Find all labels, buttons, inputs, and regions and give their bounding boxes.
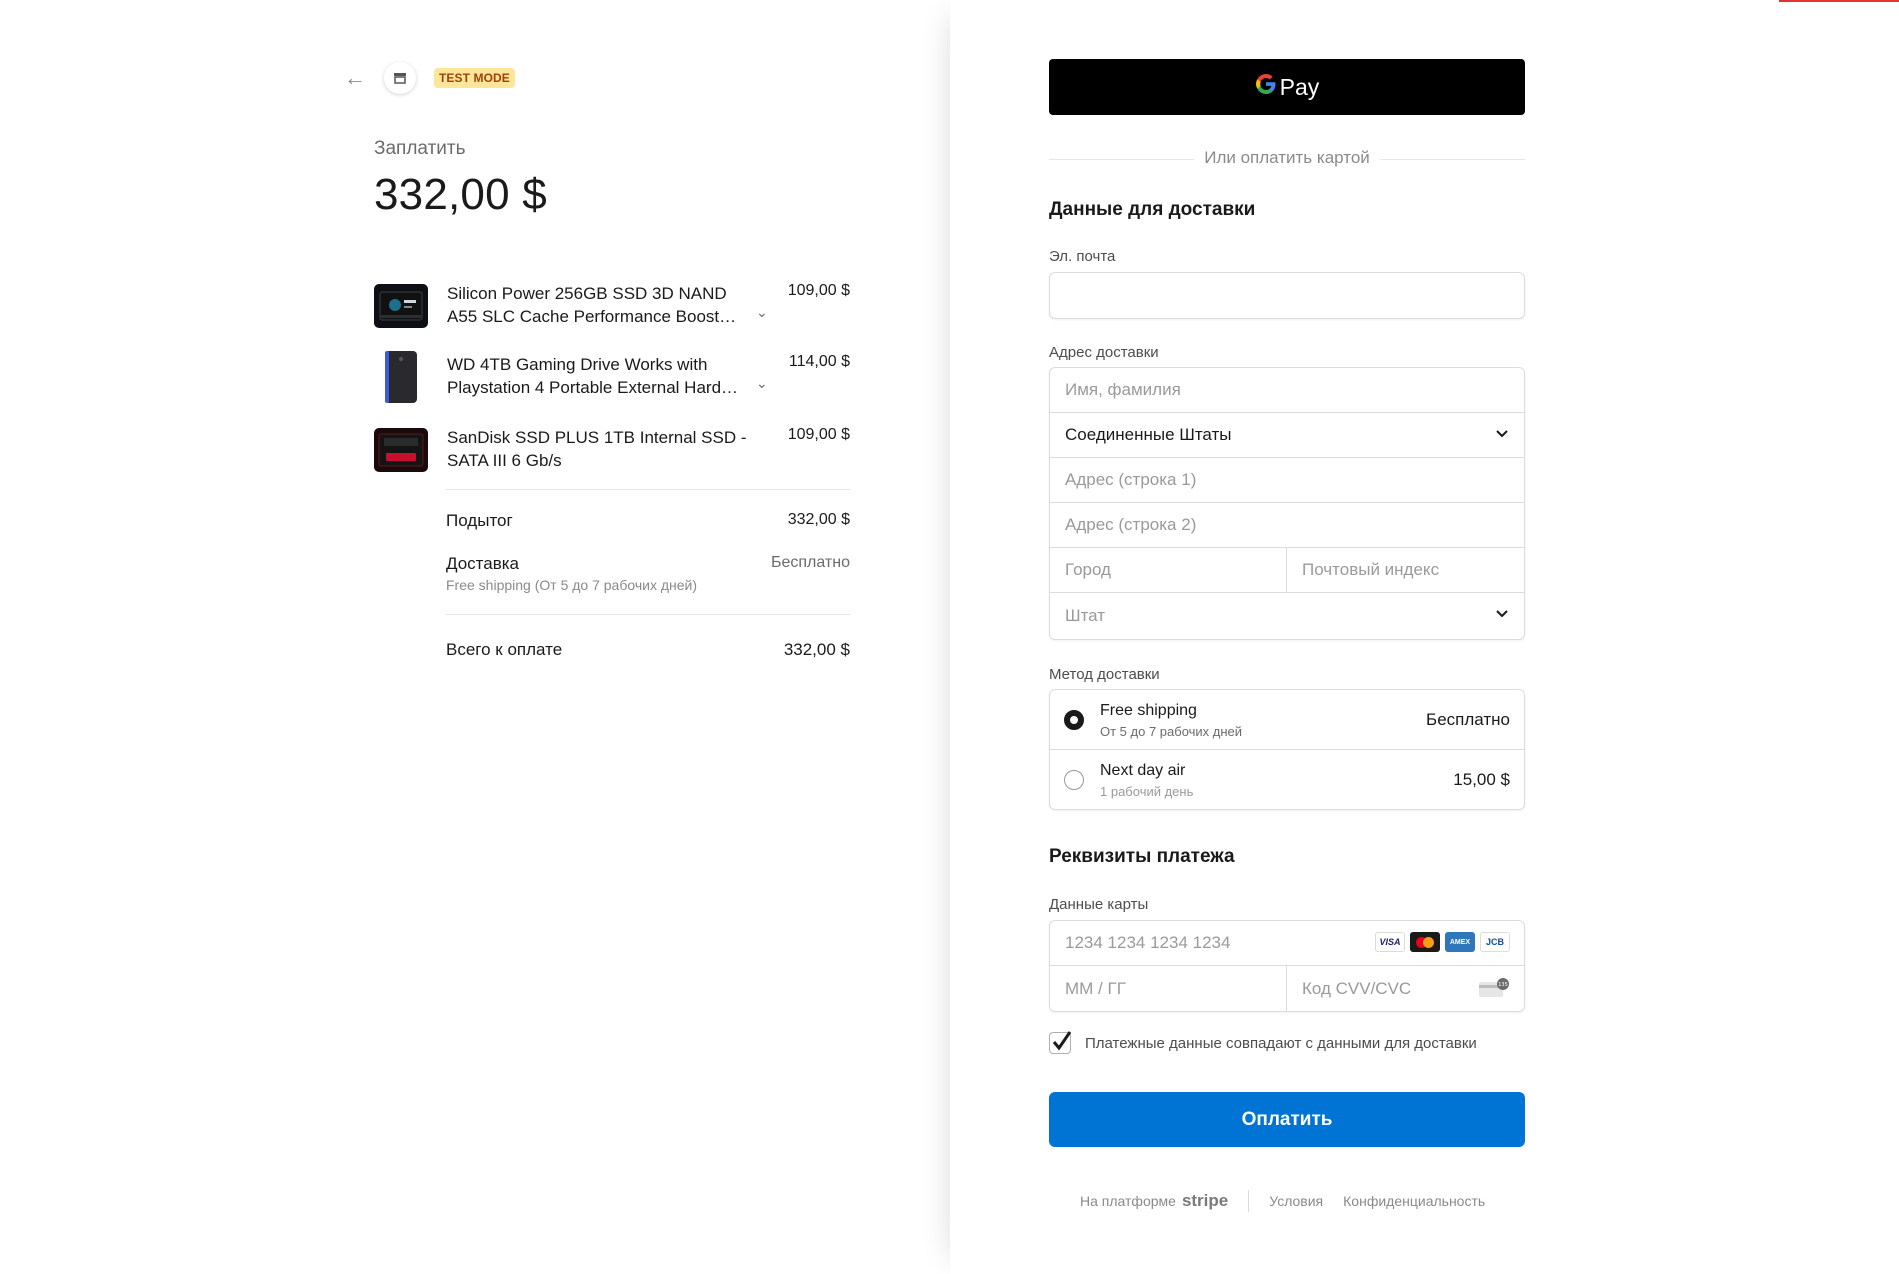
card-number-placeholder: 1234 1234 1234 1234 xyxy=(1065,933,1231,952)
item-name: Silicon Power 256GB SSD 3D NAND A55 SLC … xyxy=(447,284,737,326)
shipping-method-options: Free shipping От 5 до 7 рабочих дней Бес… xyxy=(1049,689,1525,810)
line-item: SanDisk SSD PLUS 1TB Internal SSD - SATA… xyxy=(374,426,850,472)
svg-text:135: 135 xyxy=(1498,982,1508,988)
google-g-icon xyxy=(1255,73,1277,102)
shipping-sub: Free shipping (От 5 до 7 рабочих дней) xyxy=(446,577,698,593)
chevron-down-icon[interactable]: ⌄ xyxy=(756,304,768,321)
pay-button[interactable]: Оплатить xyxy=(1049,1092,1525,1147)
country-value: Соединенные Штаты xyxy=(1065,425,1232,444)
back-arrow-icon[interactable]: ← xyxy=(344,67,370,89)
city-zip-row: Город Почтовый индекс xyxy=(1050,548,1524,593)
shipping-option-desc: От 5 до 7 рабочих дней xyxy=(1100,724,1243,739)
order-summary-pane: ← TEST MODE Заплатить 332,00 $ Silicon P… xyxy=(0,0,950,1274)
store-icon xyxy=(384,62,416,94)
zip-input[interactable]: Почтовый индекс xyxy=(1287,548,1524,592)
shipping-label: Доставка xyxy=(446,554,520,573)
shipping-option-price: Бесплатно xyxy=(1426,710,1510,729)
subtotal-label: Подытог xyxy=(446,511,513,530)
privacy-link[interactable]: Конфиденциальность xyxy=(1343,1193,1485,1209)
item-name: WD 4TB Gaming Drive Works with Playstati… xyxy=(447,355,739,397)
product-image xyxy=(374,284,428,328)
email-value[interactable] xyxy=(1050,273,1524,318)
chevron-down-icon[interactable]: ⌄ xyxy=(756,375,768,392)
visa-icon: VISA xyxy=(1375,932,1405,952)
address1-input[interactable]: Адрес (строка 1) xyxy=(1050,458,1524,503)
test-mode-badge: TEST MODE xyxy=(434,68,515,88)
subtotal-row: Подытог 332,00 $ xyxy=(446,511,850,531)
progress-line xyxy=(1779,0,1899,2)
billing-same-checkbox[interactable] xyxy=(1049,1031,1072,1054)
shipping-option-desc: 1 рабочий день xyxy=(1100,784,1194,799)
summary-header: ← TEST MODE xyxy=(344,62,515,94)
shipping-option-free[interactable]: Free shipping От 5 до 7 рабочих дней Бес… xyxy=(1050,690,1524,750)
powered-by-text: На платформе xyxy=(1080,1193,1176,1209)
subtotal-value: 332,00 $ xyxy=(787,511,850,528)
shipping-option-name: Free shipping xyxy=(1100,702,1197,719)
card-number-input[interactable]: 1234 1234 1234 1234 VISA AMEX JCB xyxy=(1050,921,1524,966)
divider xyxy=(446,614,850,615)
item-price: 109,00 $ xyxy=(787,426,850,443)
chevron-down-icon xyxy=(1494,605,1510,626)
or-divider: Или оплатить картой xyxy=(1049,148,1525,172)
expiry-input[interactable]: ММ / ГГ xyxy=(1050,966,1287,1011)
email-label: Эл. почта xyxy=(1049,248,1116,265)
mastercard-icon xyxy=(1410,932,1440,952)
delivery-title: Данные для доставки xyxy=(1049,199,1256,220)
or-card-text: Или оплатить картой xyxy=(1194,148,1380,168)
line-item: WD 4TB Gaming Drive Works with Playstati… xyxy=(374,351,850,403)
jcb-icon: JCB xyxy=(1480,932,1510,952)
email-field[interactable] xyxy=(1049,272,1525,319)
item-price: 109,00 $ xyxy=(787,282,850,299)
payment-title: Реквизиты платежа xyxy=(1049,846,1235,867)
state-placeholder: Штат xyxy=(1065,605,1106,625)
footer: На платформе stripe Условия Конфиденциал… xyxy=(1080,1190,1505,1212)
city-input[interactable]: Город xyxy=(1050,548,1287,592)
total-row: Всего к оплате 332,00 $ xyxy=(446,640,850,660)
name-input[interactable]: Имя, фамилия xyxy=(1050,368,1524,413)
cvc-placeholder: Код CVV/CVC xyxy=(1302,978,1412,998)
address-label: Адрес доставки xyxy=(1049,344,1159,361)
footer-separator xyxy=(1248,1190,1250,1212)
radio-unselected[interactable] xyxy=(1064,770,1084,790)
total-label: Всего к оплате xyxy=(446,640,563,659)
radio-selected[interactable] xyxy=(1064,710,1084,730)
total-value: 332,00 $ xyxy=(783,640,850,659)
shipping-option-price: 15,00 $ xyxy=(1453,770,1510,789)
address-fields: Имя, фамилия Соединенные Штаты Адрес (ст… xyxy=(1049,367,1525,640)
pay-label: Заплатить xyxy=(374,138,466,159)
card-label: Данные карты xyxy=(1049,896,1149,913)
product-image xyxy=(374,428,428,472)
cvc-card-icon: 135 xyxy=(1478,978,1510,1003)
amex-icon: AMEX xyxy=(1445,932,1475,952)
shipping-method-label: Метод доставки xyxy=(1049,666,1160,683)
line-item: Silicon Power 256GB SSD 3D NAND A55 SLC … xyxy=(374,282,850,328)
shipping-value: Бесплатно xyxy=(770,554,850,571)
card-brand-logos: VISA AMEX JCB xyxy=(1375,932,1510,952)
shipping-option-next-day[interactable]: Next day air 1 рабочий день 15,00 $ xyxy=(1050,750,1524,810)
country-select[interactable]: Соединенные Штаты xyxy=(1050,413,1524,458)
terms-link[interactable]: Условия xyxy=(1269,1193,1323,1209)
item-name: SanDisk SSD PLUS 1TB Internal SSD - SATA… xyxy=(447,428,747,470)
expiry-cvc-row: ММ / ГГ Код CVV/CVC 135 xyxy=(1050,966,1524,1011)
billing-same-label: Платежные данные совпадают с данными для… xyxy=(1085,1034,1477,1052)
billing-same-row[interactable]: Платежные данные совпадают с данными для… xyxy=(1049,1031,1477,1054)
state-select[interactable]: Штат xyxy=(1050,593,1524,638)
product-image xyxy=(374,351,428,403)
stripe-logo[interactable]: stripe xyxy=(1182,1191,1228,1211)
shipping-option-name: Next day air xyxy=(1100,762,1186,779)
item-price: 114,00 $ xyxy=(788,353,850,370)
cvc-input[interactable]: Код CVV/CVC 135 xyxy=(1287,966,1524,1011)
google-pay-label: Pay xyxy=(1279,73,1320,100)
card-fields: 1234 1234 1234 1234 VISA AMEX JCB ММ / Г… xyxy=(1049,920,1525,1012)
shipping-row: Доставка Бесплатно xyxy=(446,554,850,574)
google-pay-button[interactable]: Pay xyxy=(1049,59,1525,115)
address2-input[interactable]: Адрес (строка 2) xyxy=(1050,503,1524,548)
chevron-down-icon xyxy=(1494,425,1510,446)
divider xyxy=(446,489,850,490)
pay-amount: 332,00 $ xyxy=(374,170,547,219)
